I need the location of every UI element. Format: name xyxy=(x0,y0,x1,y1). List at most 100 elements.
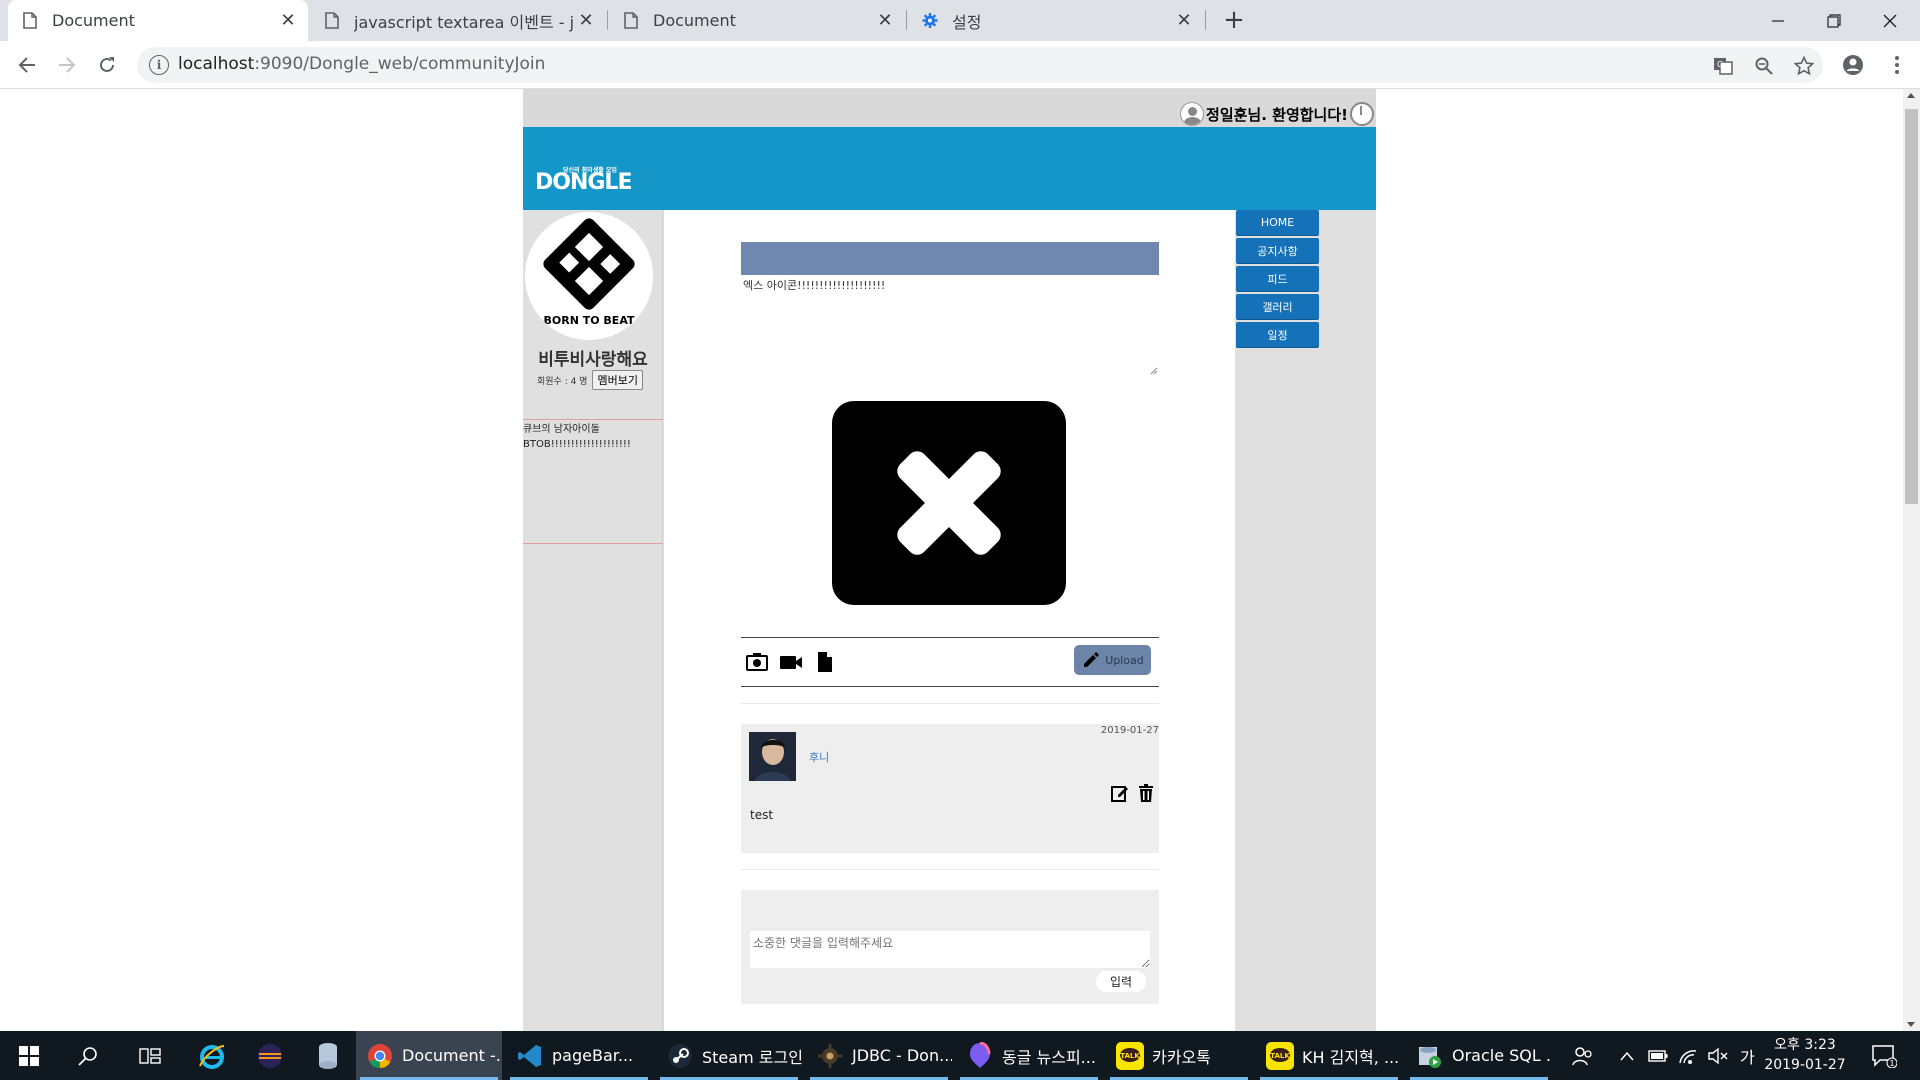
clock-date: 2019-01-27 xyxy=(1764,1057,1846,1073)
camera-icon[interactable] xyxy=(745,650,769,674)
close-icon[interactable]: ✕ xyxy=(276,9,300,33)
reply-submit-button[interactable]: 입력 xyxy=(1096,971,1146,992)
zoom-icon[interactable] xyxy=(1753,55,1775,77)
taskbar-kakaotalk[interactable]: TALK 카카오톡 xyxy=(1106,1031,1252,1080)
minimize-button[interactable] xyxy=(1748,0,1808,41)
intro-line: 큐브의 남자아이돌 xyxy=(523,424,600,435)
file-icon[interactable] xyxy=(813,650,837,674)
internet-explorer-icon[interactable] xyxy=(186,1031,238,1080)
tab-strip: Document ✕ javascript textarea 이벤트 - jQu… xyxy=(0,0,1920,41)
scroll-down-arrow-icon[interactable] xyxy=(1907,1022,1915,1027)
steam-icon xyxy=(666,1042,694,1070)
taskbar-steam[interactable]: Steam 로그인 xyxy=(656,1031,802,1080)
vscode-icon xyxy=(516,1042,544,1070)
wifi-icon[interactable] xyxy=(1678,1031,1698,1080)
bookmark-star-icon[interactable] xyxy=(1793,55,1815,77)
tab-settings[interactable]: 설정 ✕ xyxy=(908,0,1204,41)
taskbar-vscode[interactable]: pageBar... xyxy=(506,1031,652,1080)
close-icon[interactable]: ✕ xyxy=(873,9,897,33)
menu-notice[interactable]: 공지사항 xyxy=(1236,238,1319,264)
video-camera-icon[interactable] xyxy=(779,650,803,674)
svg-text:TALK: TALK xyxy=(1120,1052,1140,1060)
profile-icon[interactable] xyxy=(1841,53,1865,77)
battery-icon[interactable] xyxy=(1648,1031,1668,1080)
menu-home[interactable]: HOME xyxy=(1236,210,1319,236)
menu-schedule[interactable]: 일정 xyxy=(1236,322,1319,348)
reply-input[interactable] xyxy=(750,931,1150,968)
community-intro: 큐브의 남자아이돌 BTOB!!!!!!!!!!!!!!!!!!!! xyxy=(523,419,663,544)
avatar[interactable] xyxy=(749,732,796,781)
forward-button[interactable] xyxy=(52,50,82,80)
main-content: 엑스 아이콘!!!!!!!!!!!!!!!!!!!! Upload 2019-0… xyxy=(664,210,1235,1031)
comment-date: 2019-01-27 xyxy=(1100,725,1159,736)
taskbar-kakao-chat[interactable]: TALK KH 김지혁, ... xyxy=(1256,1031,1402,1080)
taskbar-jdbc[interactable]: JDBC - Don... xyxy=(806,1031,952,1080)
comment-card: 2019-01-27 후니 test xyxy=(741,724,1159,853)
member-count: 회원수 : 4 명 xyxy=(537,376,588,387)
comment-text: test xyxy=(750,808,774,822)
page-icon xyxy=(324,12,340,30)
taskbar-oracle-sql[interactable]: Oracle SQL ... xyxy=(1406,1031,1552,1080)
page-icon xyxy=(22,12,38,30)
taskbar-label: KH 김지혁, ... xyxy=(1302,1047,1400,1067)
eclipse-icon[interactable] xyxy=(244,1031,296,1080)
translate-icon[interactable]: G xyxy=(1712,55,1734,77)
close-icon[interactable]: ✕ xyxy=(574,9,598,33)
tab-title: 설정 xyxy=(952,12,982,32)
database-icon[interactable] xyxy=(302,1031,354,1080)
logout-power-icon[interactable] xyxy=(1350,102,1374,126)
close-icon[interactable]: ✕ xyxy=(1172,9,1196,33)
kakaotalk-chat-icon: TALK xyxy=(1266,1041,1294,1070)
tab-javascript-textarea[interactable]: javascript textarea 이벤트 - jQue ✕ xyxy=(310,0,606,41)
community-name: 비투비사랑해요 xyxy=(538,350,648,370)
restore-button[interactable] xyxy=(1804,0,1864,41)
volume-muted-icon[interactable] xyxy=(1708,1031,1728,1080)
balloon-icon xyxy=(966,1041,994,1070)
menu-gallery[interactable]: 갤러리 xyxy=(1236,294,1319,320)
page-viewport: 정일훈님. 환영합니다! 당신의 취미생활 모임 DONGLE BORN TO … xyxy=(0,89,1903,1031)
search-icon[interactable] xyxy=(62,1031,114,1080)
comment-author[interactable]: 후니 xyxy=(809,749,829,765)
task-view-icon[interactable] xyxy=(124,1031,176,1080)
site-container: 정일훈님. 환영합니다! 당신의 취미생활 모임 DONGLE BORN TO … xyxy=(523,89,1376,1031)
upload-button[interactable]: Upload xyxy=(1074,645,1151,675)
site-info-icon[interactable]: i xyxy=(149,55,169,75)
user-icon[interactable] xyxy=(1180,102,1205,126)
kakaotalk-icon: TALK xyxy=(1116,1041,1144,1070)
tab-separator xyxy=(607,10,608,30)
scrollbar-thumb[interactable] xyxy=(1905,109,1918,504)
close-window-button[interactable] xyxy=(1860,0,1920,41)
scroll-up-arrow-icon[interactable] xyxy=(1907,93,1915,98)
textarea-resize-handle[interactable] xyxy=(1150,360,1158,375)
view-members-button[interactable]: 멤버보기 xyxy=(592,370,643,390)
welcome-text: 정일훈님. 환영합니다! xyxy=(1206,105,1348,124)
post-title-bar[interactable] xyxy=(741,242,1159,275)
oracle-sql-icon xyxy=(1416,1042,1444,1070)
community-sidebar: BORN TO BEAT 비투비사랑해요 회원수 : 4 명 멤버보기 큐브의 … xyxy=(523,210,663,1031)
notification-center-icon[interactable]: 1 xyxy=(1866,1031,1902,1080)
tab-document-2[interactable]: Document ✕ xyxy=(609,0,905,41)
clock[interactable]: 오후 3:23 2019-01-27 xyxy=(1760,1035,1850,1075)
divider xyxy=(741,703,1159,704)
people-icon[interactable] xyxy=(1572,1031,1594,1080)
menu-feed[interactable]: 피드 xyxy=(1236,266,1319,292)
page-scrollbar[interactable] xyxy=(1903,89,1920,1031)
gear-app-icon xyxy=(816,1042,844,1070)
taskbar-label: Document -... xyxy=(402,1046,502,1065)
ime-indicator[interactable]: 가 xyxy=(1740,1031,1755,1080)
taskbar-label: JDBC - Don... xyxy=(852,1046,952,1065)
tab-document-1[interactable]: Document ✕ xyxy=(8,0,308,41)
address-bar[interactable]: i localhost:9090/Dongle_web/communityJoi… xyxy=(137,47,1823,83)
back-button[interactable] xyxy=(12,50,42,80)
new-tab-button[interactable]: + xyxy=(1220,5,1248,35)
post-textarea[interactable]: 엑스 아이콘!!!!!!!!!!!!!!!!!!!! xyxy=(743,277,885,293)
trash-icon[interactable] xyxy=(1136,783,1156,803)
taskbar-dongle-newsfeed[interactable]: 동글 뉴스피... xyxy=(956,1031,1102,1080)
start-button[interactable] xyxy=(0,1031,58,1080)
chevron-up-icon[interactable] xyxy=(1620,1031,1634,1080)
edit-icon[interactable] xyxy=(1110,783,1130,803)
taskbar-chrome-document[interactable]: Document -... xyxy=(356,1031,502,1080)
menu-kebab-icon[interactable] xyxy=(1885,53,1909,77)
reload-button[interactable] xyxy=(92,50,122,80)
browser-toolbar: i localhost:9090/Dongle_web/communityJoi… xyxy=(0,41,1920,89)
